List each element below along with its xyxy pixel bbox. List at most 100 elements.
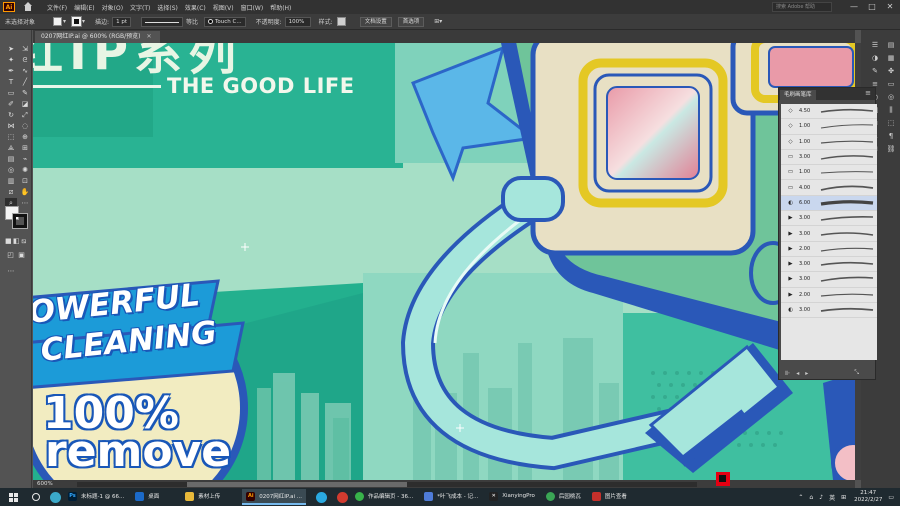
opacity-field[interactable]: 100% <box>284 16 311 27</box>
stroke-profile-dropdown[interactable] <box>140 16 183 27</box>
hand-tool-icon[interactable]: ✋ <box>19 187 31 197</box>
notification-icon[interactable]: ▭ <box>888 494 894 501</box>
gradient-panel-icon[interactable]: ▭ <box>885 79 897 89</box>
magic-wand-tool-icon[interactable]: ✦ <box>5 55 17 65</box>
stroke-weight-field[interactable]: 1 pt <box>112 16 131 27</box>
column-graph-tool-icon[interactable]: ▥ <box>5 176 17 186</box>
menu-effect[interactable]: 效果(C) <box>185 3 206 12</box>
menu-type[interactable]: 文字(T) <box>130 3 150 12</box>
fill-swatch[interactable] <box>53 17 63 26</box>
symbol-sprayer-tool-icon[interactable]: ✺ <box>19 165 31 175</box>
perspective-grid-tool-icon[interactable]: ⟁ <box>5 143 17 153</box>
panel-menu-icon[interactable]: ≡ <box>865 89 871 97</box>
document-tab[interactable]: 0207网红IP.ai @ 600% (RGB/预览) ✕ <box>35 31 160 43</box>
graphic-style-swatch[interactable] <box>336 17 346 26</box>
arrange-icon[interactable]: ⊞▾ <box>434 18 442 25</box>
screen-mode-icon[interactable]: ▣ <box>16 250 27 260</box>
brush-item[interactable]: ▶ 3.00 <box>781 211 877 227</box>
color-panel-icon[interactable]: ◑ <box>869 53 881 63</box>
taskbar-task[interactable]: 作品编辑页 - 36... <box>351 489 417 505</box>
brushes-panel-icon[interactable]: ✎ <box>869 66 881 76</box>
windows-start-icon[interactable] <box>9 492 18 502</box>
scale-tool-icon[interactable]: ⤢ <box>19 110 31 120</box>
appearance-panel-icon[interactable]: ◎ <box>885 92 897 102</box>
taskbar-search-icon[interactable] <box>32 493 40 501</box>
edit-toolbar-icon[interactable]: ⋯ <box>5 266 17 276</box>
brush-item[interactable]: ▭ 1.00 <box>781 165 877 181</box>
brush-item[interactable]: ▭ 3.00 <box>781 150 877 166</box>
brush-item[interactable]: ▶ 2.00 <box>781 288 877 303</box>
paragraph-panel-icon[interactable]: ¶ <box>885 131 897 141</box>
brush-definition-dropdown[interactable]: Touch C... <box>204 16 246 27</box>
tray-arrow-icon[interactable]: ⌃ <box>798 494 803 501</box>
layers-panel-icon[interactable]: ▤ <box>885 40 897 50</box>
brushes-panel-tab[interactable]: 毛刷画笔库 <box>780 90 816 100</box>
eyedropper-tool-icon[interactable]: ⌁ <box>19 154 31 164</box>
library-menu-icon[interactable]: ⊪ <box>785 370 790 377</box>
taskbar-task-active[interactable]: Ai 0207网红IP.ai ... <box>242 489 306 505</box>
transform-panel-icon[interactable]: ⬚ <box>885 118 897 128</box>
align-panel-icon[interactable]: ⫼ <box>885 105 897 115</box>
brush-item[interactable]: ▶ 3.00 <box>781 257 877 273</box>
ime-mode-icon[interactable]: ⊞ <box>841 494 846 501</box>
menu-view[interactable]: 视图(V) <box>213 3 234 12</box>
symbols-panel-icon[interactable]: ✤ <box>885 66 897 76</box>
properties-panel-icon[interactable]: ☰ <box>869 40 881 50</box>
brush-item[interactable]: ◇ 1.00 <box>781 135 877 150</box>
close-button[interactable]: ✕ <box>884 2 896 12</box>
close-tab-icon[interactable]: ✕ <box>147 33 152 40</box>
brush-item[interactable]: ◇ 4.50 <box>781 104 877 120</box>
brush-item[interactable]: ▶ 3.00 <box>781 226 877 242</box>
minimize-button[interactable]: — <box>848 2 860 12</box>
ime-indicator[interactable]: 英 <box>829 493 835 502</box>
volume-icon[interactable]: ♪ <box>819 494 823 501</box>
menu-file[interactable]: 文件(F) <box>47 3 67 12</box>
taskbar-task[interactable]: 图片查看 <box>588 489 631 505</box>
taskbar-task[interactable]: 素材上传 <box>181 489 224 505</box>
taskbar-task[interactable]: *叶飞成本 - 记... <box>420 489 482 505</box>
preferences-button[interactable]: 首选项 <box>397 16 425 27</box>
width-tool-icon[interactable]: ⋈ <box>5 121 17 131</box>
gradient-tool-icon[interactable]: ▤ <box>5 154 17 164</box>
taskbar-task[interactable]: 后园桃瓦 <box>542 489 585 505</box>
menu-edit[interactable]: 编辑(E) <box>74 3 94 12</box>
stroke-dropdown-icon[interactable]: ▾ <box>82 18 85 25</box>
type-tool-icon[interactable]: T <box>5 77 17 87</box>
brush-item[interactable]: ▶ 3.00 <box>781 272 877 288</box>
free-transform-tool-icon[interactable]: ⬚ <box>5 132 17 142</box>
menu-help[interactable]: 帮助(H) <box>270 3 291 12</box>
opera-browser-icon[interactable] <box>337 491 348 503</box>
line-tool-icon[interactable]: ╱ <box>19 77 31 87</box>
artboard-tool-icon[interactable]: ⊡ <box>19 176 31 186</box>
direct-selection-tool-icon[interactable]: ⇲ <box>19 44 31 54</box>
next-library-icon[interactable]: ▸ <box>805 370 808 377</box>
network-icon[interactable]: ⌂ <box>809 494 813 501</box>
brush-item[interactable]: ◇ 1.00 <box>781 119 877 135</box>
maximize-button[interactable]: □ <box>866 2 878 12</box>
menu-object[interactable]: 对象(O) <box>102 3 123 12</box>
zoom-level-field[interactable]: 600% <box>37 481 67 487</box>
rectangle-tool-icon[interactable]: ▭ <box>5 88 17 98</box>
taskbar-clock[interactable]: 21:47 2022/2/27 <box>854 490 882 504</box>
brush-item[interactable]: ▭ 4.00 <box>781 180 877 196</box>
curvature-tool-icon[interactable]: ∿ <box>19 66 31 76</box>
edge-browser-icon[interactable] <box>316 491 327 503</box>
panel-resize-icon[interactable]: ⤡ <box>854 369 859 377</box>
pinned-app-icon[interactable] <box>50 491 61 503</box>
eraser-tool-icon[interactable]: ◪ <box>19 99 31 109</box>
selection-tool-icon[interactable]: ➤ <box>5 44 17 54</box>
color-icon[interactable]: ■ <box>5 236 12 246</box>
links-panel-icon[interactable]: ⛓ <box>885 144 897 154</box>
warp-tool-icon[interactable]: ◌ <box>19 121 31 131</box>
taskbar-task[interactable]: Ps 未标题-1 @ 66... <box>64 489 128 505</box>
horizontal-scrollbar[interactable] <box>77 481 697 487</box>
red-tray-app-icon[interactable] <box>716 472 730 486</box>
brush-item-selected[interactable]: ◐ 6.00 <box>781 195 877 212</box>
swatches-panel-icon[interactable]: ▦ <box>885 53 897 63</box>
home-icon[interactable] <box>23 2 33 12</box>
gradient-icon[interactable]: ◧ <box>13 236 20 246</box>
rotate-tool-icon[interactable]: ↻ <box>5 110 17 120</box>
shape-builder-tool-icon[interactable]: ⊕ <box>19 132 31 142</box>
draw-mode-icon[interactable]: ◰ <box>5 250 16 260</box>
brush-item[interactable]: ▶ 2.00 <box>781 242 877 257</box>
